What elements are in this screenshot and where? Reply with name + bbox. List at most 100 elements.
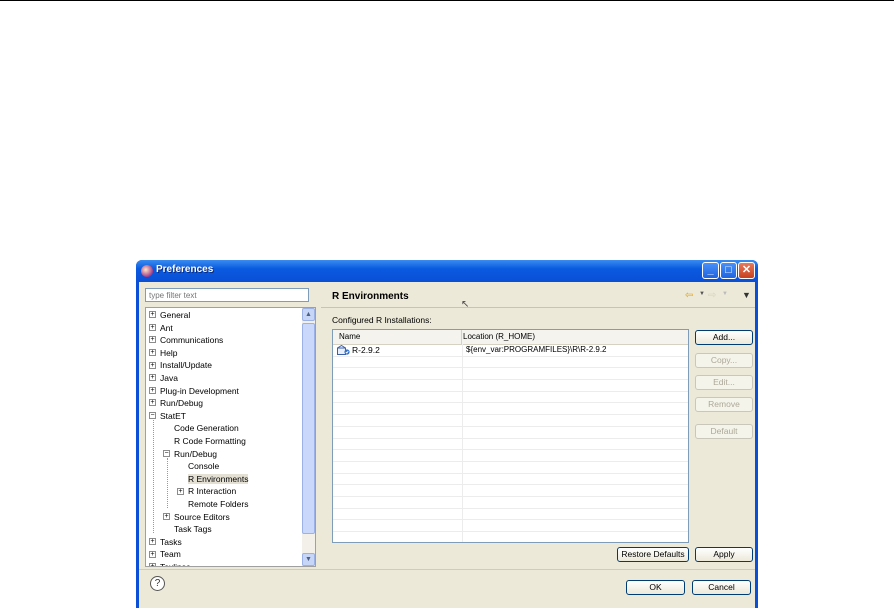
bottom-separator bbox=[139, 569, 755, 570]
tree-item[interactable]: + Team bbox=[149, 548, 181, 560]
help-icon[interactable]: ? bbox=[150, 576, 165, 591]
tree-item[interactable]: + R Interaction bbox=[177, 485, 236, 497]
table-header: Name Location (R_HOME) bbox=[333, 330, 688, 345]
tree-item-label: Texlipse bbox=[160, 562, 191, 567]
tree-guide-line bbox=[167, 457, 168, 508]
tree-item-label: R Interaction bbox=[188, 486, 237, 497]
expand-icon[interactable]: + bbox=[149, 349, 156, 357]
expand-icon[interactable]: + bbox=[149, 336, 156, 344]
tree-item[interactable]: + Source Editors bbox=[163, 511, 230, 523]
scroll-down-button[interactable]: ▼ bbox=[302, 553, 315, 566]
forward-arrow-icon[interactable]: ⇨ bbox=[708, 290, 716, 301]
column-header-location[interactable]: Location (R_HOME) bbox=[457, 330, 535, 344]
tree-item[interactable]: + Help bbox=[149, 347, 177, 359]
title-bar[interactable]: Preferences _ □ ✕ bbox=[136, 260, 758, 282]
row-location: ${env_var:PROGRAMFILES}\R\R-2.9.2 bbox=[466, 345, 607, 354]
page-top-rule bbox=[0, 0, 894, 1]
tree-guide-line bbox=[153, 419, 154, 534]
scroll-up-button[interactable]: ▲ bbox=[302, 308, 315, 321]
dialog-body: + General + Ant + Communications + Help + Install… bbox=[139, 282, 755, 608]
tree-item-label: Task Tags bbox=[174, 524, 212, 535]
tree-item[interactable]: + Ant bbox=[149, 322, 173, 334]
cancel-button[interactable]: Cancel bbox=[692, 580, 751, 595]
expand-icon[interactable]: + bbox=[149, 361, 156, 369]
tree-item-label: StatET bbox=[160, 410, 186, 421]
tree-item-label: Run/Debug bbox=[174, 448, 218, 459]
row-name: R-2.9.2 bbox=[352, 345, 380, 355]
expand-icon[interactable]: + bbox=[149, 323, 156, 331]
window-title: Preferences bbox=[156, 264, 214, 275]
forward-dropdown-icon[interactable]: ▼ bbox=[722, 291, 728, 297]
edit-button[interactable]: Edit... bbox=[695, 375, 753, 390]
tree-item[interactable]: Task Tags bbox=[163, 523, 212, 535]
remove-button[interactable]: Remove bbox=[695, 397, 753, 412]
collapse-icon[interactable]: − bbox=[163, 449, 170, 457]
restore-defaults-button[interactable]: Restore Defaults bbox=[617, 547, 689, 562]
tree-item[interactable]: + Java bbox=[149, 372, 178, 384]
expand-icon[interactable]: + bbox=[149, 399, 156, 407]
tree-item[interactable]: + Install/Update bbox=[149, 359, 212, 371]
expand-icon[interactable]: + bbox=[163, 512, 170, 520]
collapse-icon[interactable]: − bbox=[149, 412, 156, 420]
tree-item-label: Communications bbox=[160, 335, 224, 346]
copy-button[interactable]: Copy... bbox=[695, 353, 753, 368]
tree-item-label: General bbox=[160, 310, 191, 320]
mouse-cursor-icon: ↖ bbox=[461, 299, 470, 310]
table-row-line bbox=[333, 531, 688, 542]
close-icon: ✕ bbox=[741, 264, 752, 276]
tree-item[interactable]: − StatET bbox=[149, 410, 186, 422]
scroll-thumb[interactable] bbox=[302, 323, 315, 534]
expand-icon[interactable]: + bbox=[177, 487, 184, 495]
page-title: R Environments bbox=[332, 291, 409, 302]
close-button[interactable]: ✕ bbox=[738, 262, 755, 279]
back-arrow-icon[interactable]: ⇦ bbox=[685, 290, 693, 301]
page-navigation: ⇦ ▼ ⇨ ▼ ▼ bbox=[685, 290, 755, 304]
add-button[interactable]: Add... bbox=[695, 330, 753, 345]
expand-icon[interactable]: + bbox=[149, 538, 156, 546]
tree-item-label: Remote Folders bbox=[188, 499, 249, 509]
tree-item[interactable]: + Texlipse bbox=[149, 561, 191, 567]
tree-item-label: Source Editors bbox=[174, 511, 230, 522]
r-installations-table[interactable]: Name Location (R_HOME) R-2.9.2 ${env_var… bbox=[332, 329, 689, 543]
default-button[interactable]: Default bbox=[695, 424, 753, 439]
tree-item[interactable]: Remote Folders bbox=[177, 498, 248, 510]
maximize-button[interactable]: □ bbox=[720, 262, 737, 279]
tree-item[interactable]: + Communications bbox=[149, 334, 223, 346]
tree-scrollbar[interactable]: ▲ ▼ bbox=[302, 308, 315, 566]
tree-item[interactable]: Console bbox=[177, 460, 219, 472]
eclipse-icon bbox=[141, 265, 153, 277]
table-row[interactable]: R-2.9.2 bbox=[337, 344, 380, 356]
expand-icon[interactable]: + bbox=[149, 563, 156, 566]
expand-icon[interactable]: + bbox=[149, 311, 156, 319]
minimize-icon: _ bbox=[707, 264, 714, 276]
tree-item-label: Plug-in Development bbox=[160, 385, 239, 396]
tree-item[interactable]: + Tasks bbox=[149, 536, 182, 548]
tree-item-label: Team bbox=[160, 549, 181, 560]
tree-item[interactable]: R Code Formatting bbox=[163, 435, 246, 447]
tree-item[interactable]: − Run/Debug bbox=[163, 448, 217, 460]
view-menu-icon[interactable]: ▼ bbox=[742, 290, 751, 300]
tree-item[interactable]: + Run/Debug bbox=[149, 397, 203, 409]
tree-item-label: Help bbox=[160, 347, 178, 358]
expand-icon[interactable]: + bbox=[149, 374, 156, 382]
ok-button[interactable]: OK bbox=[626, 580, 685, 595]
back-dropdown-icon[interactable]: ▼ bbox=[699, 291, 705, 297]
minimize-button[interactable]: _ bbox=[702, 262, 719, 279]
apply-button[interactable]: Apply bbox=[695, 547, 753, 562]
tree-item-label: Tasks bbox=[160, 536, 182, 547]
maximize-icon: □ bbox=[725, 264, 732, 276]
column-header-name[interactable]: Name bbox=[333, 330, 462, 344]
expand-icon[interactable]: + bbox=[149, 386, 156, 394]
expand-icon[interactable]: + bbox=[149, 550, 156, 558]
tree-item[interactable]: R Environments bbox=[177, 473, 249, 485]
tree-item[interactable]: + General bbox=[149, 309, 190, 321]
preference-tree[interactable]: + General + Ant + Communications + Help + Install… bbox=[145, 307, 316, 567]
preferences-dialog: Preferences _ □ ✕ + General + Ant + Communica… bbox=[136, 260, 758, 608]
tree-item-label: Run/Debug bbox=[160, 398, 204, 409]
tree-item-label: Code Generation bbox=[174, 423, 239, 434]
tree-item[interactable]: Code Generation bbox=[163, 422, 239, 434]
filter-input[interactable] bbox=[145, 288, 309, 302]
tree-item-label: R Code Formatting bbox=[174, 436, 246, 446]
tree-item-label: Java bbox=[160, 373, 178, 383]
tree-item[interactable]: + Plug-in Development bbox=[149, 385, 239, 397]
